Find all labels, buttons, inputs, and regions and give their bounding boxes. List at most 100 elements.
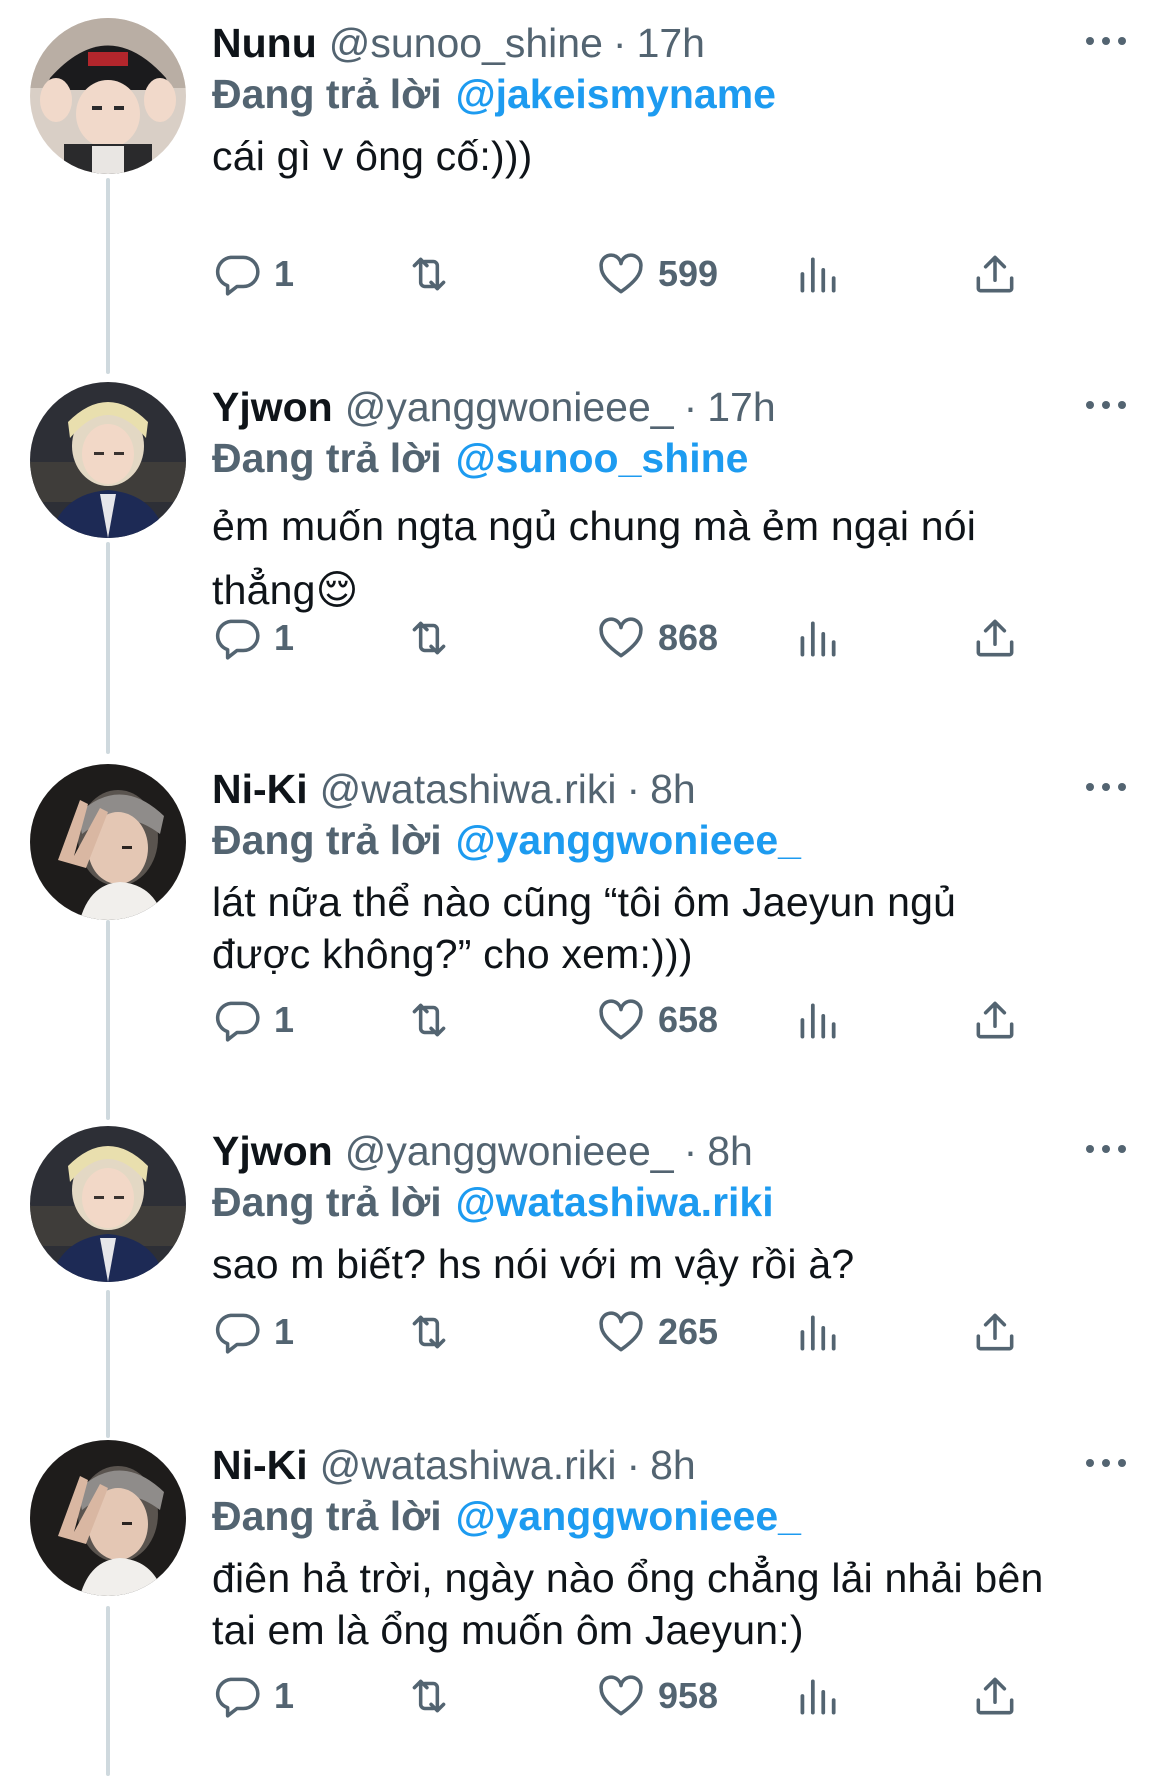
- retweet-button[interactable]: [404, 1304, 454, 1360]
- retweet-button[interactable]: [404, 610, 454, 666]
- timestamp[interactable]: 8h: [707, 1128, 753, 1175]
- thread-line: [106, 1290, 110, 1438]
- replying-to-link[interactable]: @jakeismyname: [456, 71, 776, 118]
- analytics-icon: [800, 257, 836, 293]
- analytics-icon: [800, 1679, 836, 1715]
- action-bar: 1 958: [212, 1668, 1130, 1724]
- more-options-icon[interactable]: [1086, 1456, 1126, 1470]
- avatar[interactable]: [30, 764, 186, 920]
- share-button[interactable]: [970, 1668, 1020, 1724]
- like-count: 658: [658, 999, 719, 1040]
- retweet-icon: [412, 1315, 446, 1349]
- retweet-button[interactable]: [404, 992, 454, 1048]
- views-button[interactable]: [792, 246, 842, 302]
- timestamp[interactable]: 17h: [637, 20, 705, 67]
- like-button[interactable]: 868: [596, 610, 718, 666]
- share-icon: [976, 1001, 1014, 1039]
- thread-line: [106, 1606, 110, 1776]
- reply-button[interactable]: 1: [212, 1668, 294, 1724]
- like-count: 958: [658, 1675, 719, 1716]
- reply-button[interactable]: 1: [212, 246, 294, 302]
- like-count: 265: [658, 1311, 719, 1352]
- user-handle[interactable]: @sunoo_shine: [329, 20, 603, 67]
- timestamp[interactable]: 8h: [650, 766, 696, 813]
- views-button[interactable]: [792, 610, 842, 666]
- replying-to-link[interactable]: @yanggwonieee_: [456, 817, 801, 864]
- reply-button[interactable]: 1: [212, 992, 294, 1048]
- replying-label: Đang trả lời: [212, 1492, 442, 1539]
- tweet-text-line: ẻm muốn ngta ngủ chung mà ẻm ngại nói: [212, 503, 977, 549]
- share-button[interactable]: [970, 1304, 1020, 1360]
- retweet-button[interactable]: [404, 246, 454, 302]
- separator-dot: ·: [683, 1127, 698, 1174]
- user-handle[interactable]: @yanggwonieee_: [345, 384, 674, 431]
- avatar[interactable]: [30, 18, 186, 174]
- heart-icon: [599, 1311, 643, 1352]
- display-name[interactable]: Yjwon: [212, 384, 333, 431]
- timestamp[interactable]: 8h: [650, 1442, 696, 1489]
- analytics-icon: [800, 1315, 836, 1351]
- tweet-text: lát nữa thể nào cũng “tôi ôm Jaeyun ngủ …: [212, 876, 1130, 980]
- heart-icon: [599, 617, 643, 658]
- reply-count: 1: [274, 999, 295, 1040]
- action-bar: 1 868: [212, 610, 1130, 666]
- avatar-image: [30, 18, 186, 174]
- share-icon: [976, 619, 1014, 657]
- like-button[interactable]: 658: [596, 992, 718, 1048]
- display-name[interactable]: Nunu: [212, 20, 317, 67]
- more-options-icon[interactable]: [1086, 780, 1126, 794]
- retweet-icon: [412, 1679, 446, 1713]
- avatar[interactable]: [30, 382, 186, 538]
- views-button[interactable]: [792, 992, 842, 1048]
- display-name[interactable]: Ni-Ki: [212, 766, 308, 813]
- action-bar: 1 658: [212, 992, 1130, 1048]
- reply-icon: [215, 1677, 260, 1718]
- reply-count: 1: [274, 1675, 295, 1716]
- retweet-button[interactable]: [404, 1668, 454, 1724]
- replying-label: Đang trả lời: [212, 1178, 442, 1225]
- user-handle[interactable]: @watashiwa.riki: [320, 1442, 617, 1489]
- views-button[interactable]: [792, 1668, 842, 1724]
- analytics-icon: [800, 621, 836, 657]
- more-options-icon[interactable]: [1086, 1142, 1126, 1156]
- more-options-icon[interactable]: [1086, 34, 1126, 48]
- tweet-text: điên hả trời, ngày nào ổng chẳng lải nhả…: [212, 1552, 1130, 1656]
- retweet-icon: [412, 257, 446, 291]
- tweet-text-line: tai em là ổng muốn ôm Jaeyun:): [212, 1607, 804, 1653]
- action-bar: 1 599: [212, 246, 1130, 302]
- action-bar: 1 265: [212, 1304, 1130, 1360]
- avatar[interactable]: [30, 1126, 186, 1282]
- replying-label: Đang trả lời: [212, 70, 442, 117]
- heart-icon: [599, 253, 643, 294]
- replying-to-link[interactable]: @watashiwa.riki: [456, 1179, 774, 1226]
- thread-line: [106, 542, 110, 754]
- avatar[interactable]: [30, 1440, 186, 1596]
- reply-button[interactable]: 1: [212, 610, 294, 666]
- display-name[interactable]: Ni-Ki: [212, 1442, 308, 1489]
- tweet-text-line: được không?” cho xem:))): [212, 931, 693, 977]
- tweet-text-line: sao m biết? hs nói với m vậy rồi à?: [212, 1241, 855, 1287]
- reply-icon: [215, 255, 260, 296]
- tweet-text-line: lát nữa thể nào cũng “tôi ôm Jaeyun ngủ: [212, 879, 957, 925]
- share-button[interactable]: [970, 246, 1020, 302]
- tweet-text-line: cái gì v ông cố:))): [212, 133, 533, 179]
- replying-to-link[interactable]: @yanggwonieee_: [456, 1493, 801, 1540]
- user-handle[interactable]: @yanggwonieee_: [345, 1128, 674, 1175]
- reply-button[interactable]: 1: [212, 1304, 294, 1360]
- views-button[interactable]: [792, 1304, 842, 1360]
- share-button[interactable]: [970, 610, 1020, 666]
- thread-line: [106, 920, 110, 1120]
- share-icon: [976, 255, 1014, 293]
- user-handle[interactable]: @watashiwa.riki: [320, 766, 617, 813]
- heart-icon: [599, 999, 643, 1040]
- like-button[interactable]: 958: [596, 1668, 718, 1724]
- more-options-icon[interactable]: [1086, 398, 1126, 412]
- timestamp[interactable]: 17h: [707, 384, 775, 431]
- display-name[interactable]: Yjwon: [212, 1128, 333, 1175]
- share-button[interactable]: [970, 992, 1020, 1048]
- separator-dot: ·: [626, 1441, 641, 1488]
- like-button[interactable]: 265: [596, 1304, 718, 1360]
- like-button[interactable]: 599: [596, 246, 718, 302]
- replying-to-link[interactable]: @sunoo_shine: [456, 435, 749, 482]
- reply-icon: [215, 1001, 260, 1042]
